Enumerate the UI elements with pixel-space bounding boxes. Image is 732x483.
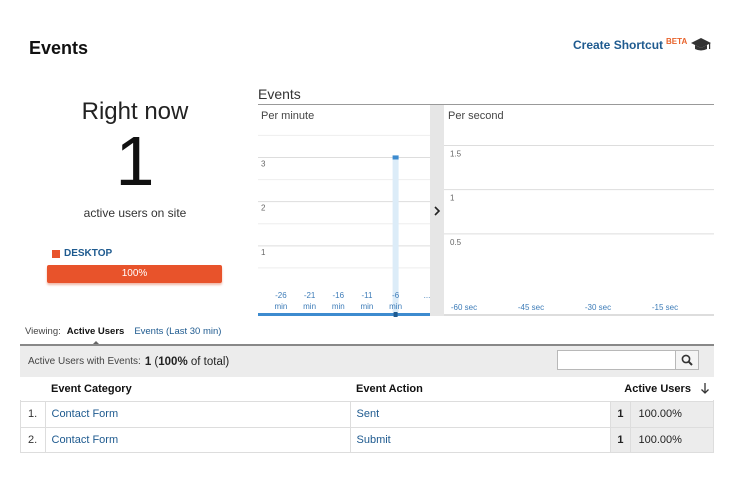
active-users-value: 1 <box>610 401 631 427</box>
summary-percent: 100% <box>158 355 188 368</box>
table-header-row: Event Category Event Action Active Users <box>20 377 714 401</box>
device-label: DESKTOP <box>64 248 113 259</box>
event-category-link[interactable]: Contact Form <box>52 408 119 420</box>
device-swatch <box>52 249 60 258</box>
x-tick-unit: min <box>274 302 287 311</box>
x-tick-label: -60 sec <box>451 303 477 312</box>
header-event-action[interactable]: Event Action <box>350 377 610 401</box>
x-tick-label: -6 <box>392 291 400 300</box>
event-action-link[interactable]: Sent <box>357 408 380 420</box>
x-tick-label: -26 <box>275 291 287 300</box>
active-users-percent: 100.00% <box>630 427 714 453</box>
x-tick-label: -21 <box>304 291 316 300</box>
search-input[interactable] <box>557 350 676 370</box>
create-shortcut-link[interactable]: Create Shortcut BETA <box>573 37 688 52</box>
device-percent-bar[interactable]: 100% <box>47 265 222 283</box>
viewing-label: Viewing: <box>25 326 61 337</box>
event-action-link[interactable]: Submit <box>357 434 391 446</box>
viewing-tabs: Viewing: Active Users Events (Last 30 mi… <box>25 326 221 346</box>
header-active-users-cell[interactable]: Active Users <box>610 377 714 401</box>
page-title: Events <box>29 38 89 58</box>
active-users-percent: 100.00% <box>630 401 714 427</box>
active-users-value: 1 <box>610 427 631 453</box>
highlight-column <box>392 155 399 312</box>
x-tick-unit: min <box>389 302 402 311</box>
arrow-down-icon[interactable] <box>700 383 710 395</box>
x-tick-unit: min <box>332 302 345 311</box>
x-tick-label: -11 <box>361 291 373 300</box>
search-button[interactable] <box>675 350 699 370</box>
device-legend: DESKTOP <box>52 248 112 259</box>
per-second-label: Per second <box>448 110 504 122</box>
header-event-category[interactable]: Event Category <box>45 377 350 401</box>
x-tick-label: -45 sec <box>518 303 544 312</box>
search-icon <box>681 354 693 366</box>
active-users-subtitle: active users on site <box>83 206 187 220</box>
x-tick-label: ... <box>424 291 431 300</box>
y-tick-label: 0.5 <box>450 238 462 247</box>
row-number: 2. <box>20 427 46 453</box>
events-table: Event Category Event Action Active Users… <box>20 377 714 453</box>
y-tick-label: 3 <box>261 160 266 169</box>
bar <box>392 155 399 160</box>
table-row: 2. Contact Form Submit 1 100.00% <box>20 427 714 453</box>
x-tick-label: -30 sec <box>585 303 611 312</box>
x-tick-unit: min <box>360 302 373 311</box>
row-number: 1. <box>20 401 46 427</box>
time-range-marker <box>393 312 398 317</box>
y-tick-label: 1 <box>261 248 266 257</box>
y-tick-label: 1 <box>450 194 455 203</box>
table-row: 1. Contact Form Sent 1 100.00% <box>20 401 714 427</box>
x-tick-label: -16 <box>332 291 344 300</box>
per-minute-label: Per minute <box>261 110 314 122</box>
tab-active-users[interactable]: Active Users <box>67 326 124 346</box>
events-chart: Per minute Per second 1 2 3 -26 min -21 min -16… <box>258 105 714 317</box>
summary-value: 1 (100% of total) <box>145 356 229 368</box>
chart-toggle-strip[interactable] <box>430 105 444 316</box>
y-tick-label: 2 <box>261 204 266 213</box>
summary-label: Active Users with Events: <box>28 356 141 367</box>
summary-count: 1 <box>144 355 152 368</box>
tab-events-last-30[interactable]: Events (Last 30 min) <box>134 326 221 337</box>
header-active-users[interactable]: Active Users <box>624 383 691 395</box>
y-tick-label: 1.5 <box>450 150 462 159</box>
time-range-bar <box>258 313 430 316</box>
summary-suffix: of total) <box>190 355 230 368</box>
x-tick-unit: min <box>303 302 316 311</box>
create-shortcut-label[interactable]: Create Shortcut <box>573 38 663 52</box>
event-category-link[interactable]: Contact Form <box>52 434 119 446</box>
x-tick-label: -15 sec <box>652 303 678 312</box>
beta-badge: BETA <box>666 37 688 46</box>
chart-title: Events <box>258 86 301 102</box>
graduation-cap-icon[interactable] <box>690 37 712 53</box>
active-users-count: 1 <box>115 122 155 200</box>
